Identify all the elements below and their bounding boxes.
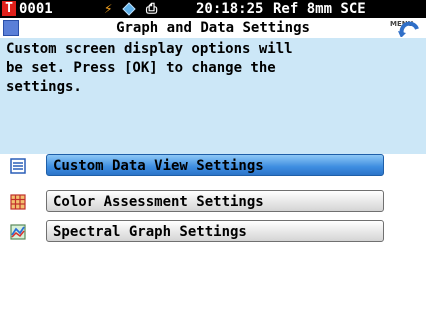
measurement-mode: Ref 8mm SCE (273, 1, 366, 17)
printer-icon: ⎙ (146, 1, 158, 17)
help-message-panel: Custom screen display options will be se… (0, 38, 426, 154)
status-bar: T 0001 ⚡ ⎙ 20:18:25 Ref 8mm SCE (0, 0, 426, 18)
instrument-screen: T 0001 ⚡ ⎙ 20:18:25 Ref 8mm SCE Graph an… (0, 0, 426, 314)
page-title: Graph and Data Settings (116, 20, 310, 36)
menu-back-button[interactable]: MENU (388, 19, 422, 37)
custom-data-view-button[interactable]: Custom Data View Settings (46, 154, 384, 176)
menu-item-spectral-graph[interactable]: Spectral Graph Settings (0, 220, 426, 244)
color-assessment-button[interactable]: Color Assessment Settings (46, 190, 384, 212)
power-bolt-icon: ⚡ (104, 1, 113, 17)
grid-icon (10, 194, 26, 210)
list-icon (10, 158, 26, 174)
target-t-icon: T (2, 1, 16, 16)
title-bar: Graph and Data Settings MENU (0, 18, 426, 38)
graph-icon (10, 224, 26, 240)
clock-time: 20:18:25 (196, 1, 264, 17)
sample-number: 0001 (19, 1, 53, 17)
spectral-graph-button[interactable]: Spectral Graph Settings (46, 220, 384, 242)
help-message-text: Custom screen display options will be se… (6, 41, 293, 95)
menu-item-color-assessment[interactable]: Color Assessment Settings (0, 190, 426, 214)
calibration-icon (122, 2, 136, 16)
back-arrow-icon (398, 21, 419, 37)
menu-item-custom-data-view[interactable]: Custom Data View Settings (0, 154, 426, 178)
